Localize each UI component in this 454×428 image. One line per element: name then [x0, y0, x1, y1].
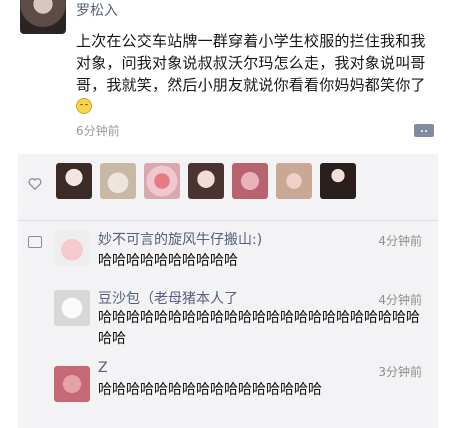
commenter-avatar[interactable]: [54, 366, 90, 402]
smile-emoji-icon: [76, 98, 92, 114]
likes-row: [18, 154, 438, 220]
post-text: 上次在公交车站牌一群穿着小学生校服的拦住我和我对象，问我对象说叔叔沃尔玛怎么走，…: [76, 30, 438, 118]
like-avatar[interactable]: [320, 163, 356, 199]
commenter-name[interactable]: Z: [98, 360, 108, 376]
like-avatar[interactable]: [56, 163, 92, 199]
comment-text: 哈哈哈哈哈哈哈哈哈哈哈哈哈哈哈哈哈哈哈哈哈哈哈哈哈: [98, 310, 420, 347]
heart-icon: [28, 178, 42, 191]
like-avatar[interactable]: [188, 163, 224, 199]
post-time: 6分钟前: [76, 124, 120, 138]
commenter-avatar[interactable]: [54, 290, 90, 326]
interaction-panel: 妙不可言的旋风牛仔搬山:) 4分钟前 哈哈哈哈哈哈哈哈哈哈 豆沙包（老母猪本人了…: [18, 154, 438, 428]
divider: [18, 220, 438, 221]
comment-text: 哈哈哈哈哈哈哈哈哈哈: [98, 253, 238, 269]
like-avatar[interactable]: [144, 163, 180, 199]
comment-time: 4分钟前: [378, 234, 422, 248]
like-avatar[interactable]: [276, 163, 312, 199]
commenter-name[interactable]: 妙不可言的旋风牛仔搬山:): [98, 229, 262, 249]
comment-item[interactable]: Z 3分钟前 哈哈哈哈哈哈哈哈哈哈哈哈哈哈哈哈: [18, 360, 438, 406]
author-avatar[interactable]: [20, 0, 66, 34]
post-body: 上次在公交车站牌一群穿着小学生校服的拦住我和我对象，问我对象说叔叔沃尔玛怎么走，…: [76, 32, 426, 94]
comment-icon: [28, 236, 42, 248]
commenter-avatar[interactable]: [54, 230, 90, 266]
like-avatar[interactable]: [232, 163, 268, 199]
comment-time: 3分钟前: [378, 365, 422, 379]
moment-post: 罗松入 上次在公交车站牌一群穿着小学生校服的拦住我和我对象，问我对象说叔叔沃尔玛…: [0, 0, 454, 150]
comment-text: 哈哈哈哈哈哈哈哈哈哈哈哈哈哈哈哈: [98, 382, 322, 398]
comment-more-button[interactable]: [414, 124, 434, 137]
commenter-name[interactable]: 豆沙包（老母猪本人了: [98, 288, 238, 308]
like-avatar[interactable]: [100, 163, 136, 199]
comment-item[interactable]: 豆沙包（老母猪本人了 4分钟前 哈哈哈哈哈哈哈哈哈哈哈哈哈哈哈哈哈哈哈哈哈哈哈哈…: [18, 286, 438, 354]
comment-time: 4分钟前: [378, 293, 422, 307]
author-name[interactable]: 罗松入: [76, 2, 118, 20]
comment-item[interactable]: 妙不可言的旋风牛仔搬山:) 4分钟前 哈哈哈哈哈哈哈哈哈哈: [18, 228, 438, 274]
